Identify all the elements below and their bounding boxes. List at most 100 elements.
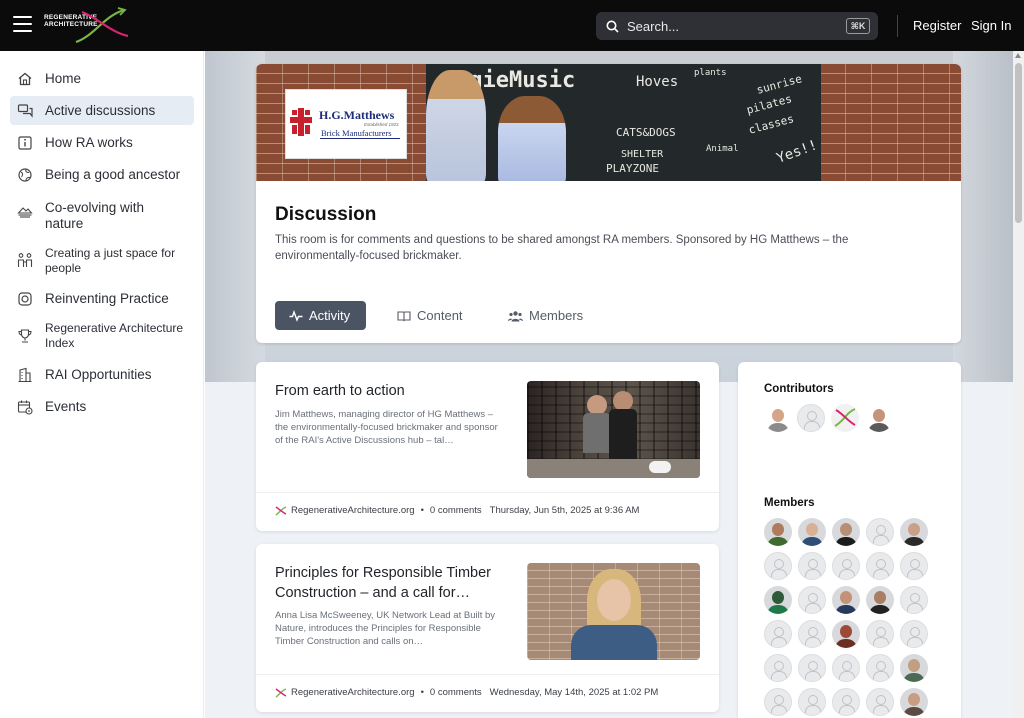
contributor-avatar[interactable] bbox=[831, 404, 859, 432]
sidebar-item-label: Reinventing Practice bbox=[45, 291, 169, 306]
member-avatar[interactable] bbox=[866, 518, 894, 546]
tab-label: Activity bbox=[309, 308, 351, 323]
logo-mark-icon bbox=[75, 7, 129, 44]
hg-cross-icon bbox=[290, 108, 312, 136]
search-input[interactable]: Search... ⌘K bbox=[596, 12, 878, 40]
room-description: This room is for comments and questions … bbox=[275, 234, 849, 262]
member-avatar[interactable] bbox=[900, 586, 928, 614]
article-comments[interactable]: 0 comments bbox=[430, 687, 482, 698]
article-image[interactable] bbox=[527, 563, 700, 660]
member-avatar[interactable] bbox=[832, 586, 860, 614]
sidebar-item-label: Being a good ancestor bbox=[45, 167, 181, 182]
sidebar-item-label: Regenerative Architecture Index bbox=[45, 321, 184, 350]
member-avatar[interactable] bbox=[832, 552, 860, 580]
sidebar-item-events[interactable]: Events bbox=[10, 395, 194, 419]
globe-icon bbox=[16, 166, 34, 184]
member-avatar[interactable] bbox=[798, 688, 826, 716]
member-avatar[interactable] bbox=[866, 586, 894, 614]
regenerative-architecture-logo-icon bbox=[834, 408, 856, 427]
article-excerpt: Anna Lisa McSweeney, UK Network Lead at … bbox=[275, 610, 496, 647]
member-avatar[interactable] bbox=[764, 654, 792, 682]
article-title[interactable]: From earth to action bbox=[275, 381, 515, 401]
tab-activity[interactable]: Activity bbox=[275, 301, 367, 330]
member-avatar[interactable] bbox=[798, 586, 826, 614]
sidebar-item-label: RAI Opportunities bbox=[45, 367, 152, 382]
member-avatar[interactable] bbox=[764, 586, 792, 614]
member-avatar[interactable] bbox=[832, 620, 860, 648]
menu-icon[interactable] bbox=[13, 16, 32, 32]
article-image[interactable] bbox=[527, 381, 700, 478]
sidebar-item-rai-opportunities[interactable]: RAI Opportunities bbox=[10, 363, 194, 387]
tab-label: Members bbox=[529, 308, 584, 323]
article-title[interactable]: Principles for Responsible Timber Constr… bbox=[275, 563, 515, 603]
site-logo[interactable]: REGENERATIVE ARCHITECTURE bbox=[44, 6, 134, 46]
sidebar-item-regenerative-architecture-index[interactable]: Regenerative Architecture Index bbox=[10, 319, 194, 353]
sidebar-item-label: Creating a just space for people bbox=[45, 246, 176, 275]
member-avatar[interactable] bbox=[866, 552, 894, 580]
member-avatar[interactable] bbox=[832, 518, 860, 546]
members-heading: Members bbox=[764, 497, 815, 509]
member-avatar[interactable] bbox=[866, 620, 894, 648]
member-avatar[interactable] bbox=[866, 654, 894, 682]
members-icon bbox=[508, 310, 523, 322]
member-avatar[interactable] bbox=[798, 518, 826, 546]
book-icon bbox=[397, 310, 411, 322]
member-avatar[interactable] bbox=[900, 688, 928, 716]
trophy-icon bbox=[16, 327, 34, 345]
info-icon bbox=[16, 134, 34, 152]
article-card[interactable]: Principles for Responsible Timber Constr… bbox=[256, 544, 719, 712]
home-icon bbox=[16, 70, 34, 88]
hg-matthews-logo: H.G.Matthews Established 1923 Brick Manu… bbox=[285, 89, 407, 159]
tab-content[interactable]: Content bbox=[397, 301, 463, 330]
member-avatar[interactable] bbox=[798, 552, 826, 580]
member-avatar[interactable] bbox=[900, 518, 928, 546]
building-icon bbox=[16, 366, 34, 384]
member-avatar[interactable] bbox=[798, 620, 826, 648]
article-excerpt: Jim Matthews, managing director of HG Ma… bbox=[275, 409, 498, 446]
sign-in-link[interactable]: Sign In bbox=[971, 18, 1011, 33]
scroll-up-arrow-icon[interactable] bbox=[1015, 53, 1021, 58]
sidebar-item-reinventing-practice[interactable]: Reinventing Practice bbox=[10, 287, 194, 311]
sidebar-item-being-a-good-ancestor[interactable]: Being a good ancestor bbox=[10, 163, 194, 187]
article-date: Wednesday, May 14th, 2025 at 1:02 PM bbox=[489, 687, 659, 698]
article-source[interactable]: RegenerativeArchitecture.org bbox=[291, 505, 415, 516]
member-avatar[interactable] bbox=[764, 688, 792, 716]
article-card[interactable]: From earth to action Jim Matthews, manag… bbox=[256, 362, 719, 531]
scrollbar-thumb[interactable] bbox=[1015, 63, 1022, 223]
sidebar-item-active-discussions[interactable]: Active discussions bbox=[10, 96, 194, 125]
contributor-avatar[interactable] bbox=[764, 404, 792, 432]
contributor-avatar[interactable] bbox=[865, 404, 893, 432]
calendar-icon bbox=[16, 398, 34, 416]
page-title: Discussion bbox=[275, 204, 377, 225]
member-avatar[interactable] bbox=[832, 654, 860, 682]
member-avatar[interactable] bbox=[900, 654, 928, 682]
search-shortcut-badge: ⌘K bbox=[846, 18, 870, 34]
member-avatar[interactable] bbox=[764, 552, 792, 580]
sidebar-item-how-ra-works[interactable]: How RA works bbox=[10, 131, 194, 155]
register-link[interactable]: Register bbox=[913, 18, 961, 33]
sidebar-item-home[interactable]: Home bbox=[10, 67, 194, 91]
sidebar-item-creating-a-just-space[interactable]: Creating a just space for people bbox=[10, 244, 194, 278]
scrollbar[interactable] bbox=[1013, 51, 1024, 718]
search-icon bbox=[606, 20, 619, 33]
member-avatar[interactable] bbox=[866, 688, 894, 716]
people-icon bbox=[16, 251, 34, 269]
member-avatar[interactable] bbox=[798, 654, 826, 682]
sidebar-item-label: Events bbox=[45, 399, 87, 414]
article-comments[interactable]: 0 comments bbox=[430, 505, 482, 516]
member-avatar[interactable] bbox=[764, 518, 792, 546]
member-avatar[interactable] bbox=[832, 688, 860, 716]
contributor-avatar[interactable] bbox=[797, 404, 825, 432]
sidebar-item-co-evolving-with-nature[interactable]: Co-evolving with nature bbox=[10, 197, 194, 233]
article-meta: RegenerativeArchitecture.org • 0 comment… bbox=[275, 687, 658, 698]
tab-members[interactable]: Members bbox=[508, 301, 583, 330]
member-avatar[interactable] bbox=[900, 620, 928, 648]
article-date: Thursday, Jun 5th, 2025 at 9:36 AM bbox=[489, 505, 640, 516]
sidebar-item-label: Co-evolving with nature bbox=[45, 200, 145, 231]
sidebar-item-label: Active discussions bbox=[45, 102, 156, 118]
member-avatar[interactable] bbox=[764, 620, 792, 648]
article-source[interactable]: RegenerativeArchitecture.org bbox=[291, 687, 415, 698]
member-avatar[interactable] bbox=[900, 552, 928, 580]
topbar-divider bbox=[897, 15, 898, 37]
chalkboard-illustration: ggieMusic Hoves plants sunrise pilates c… bbox=[426, 64, 821, 181]
